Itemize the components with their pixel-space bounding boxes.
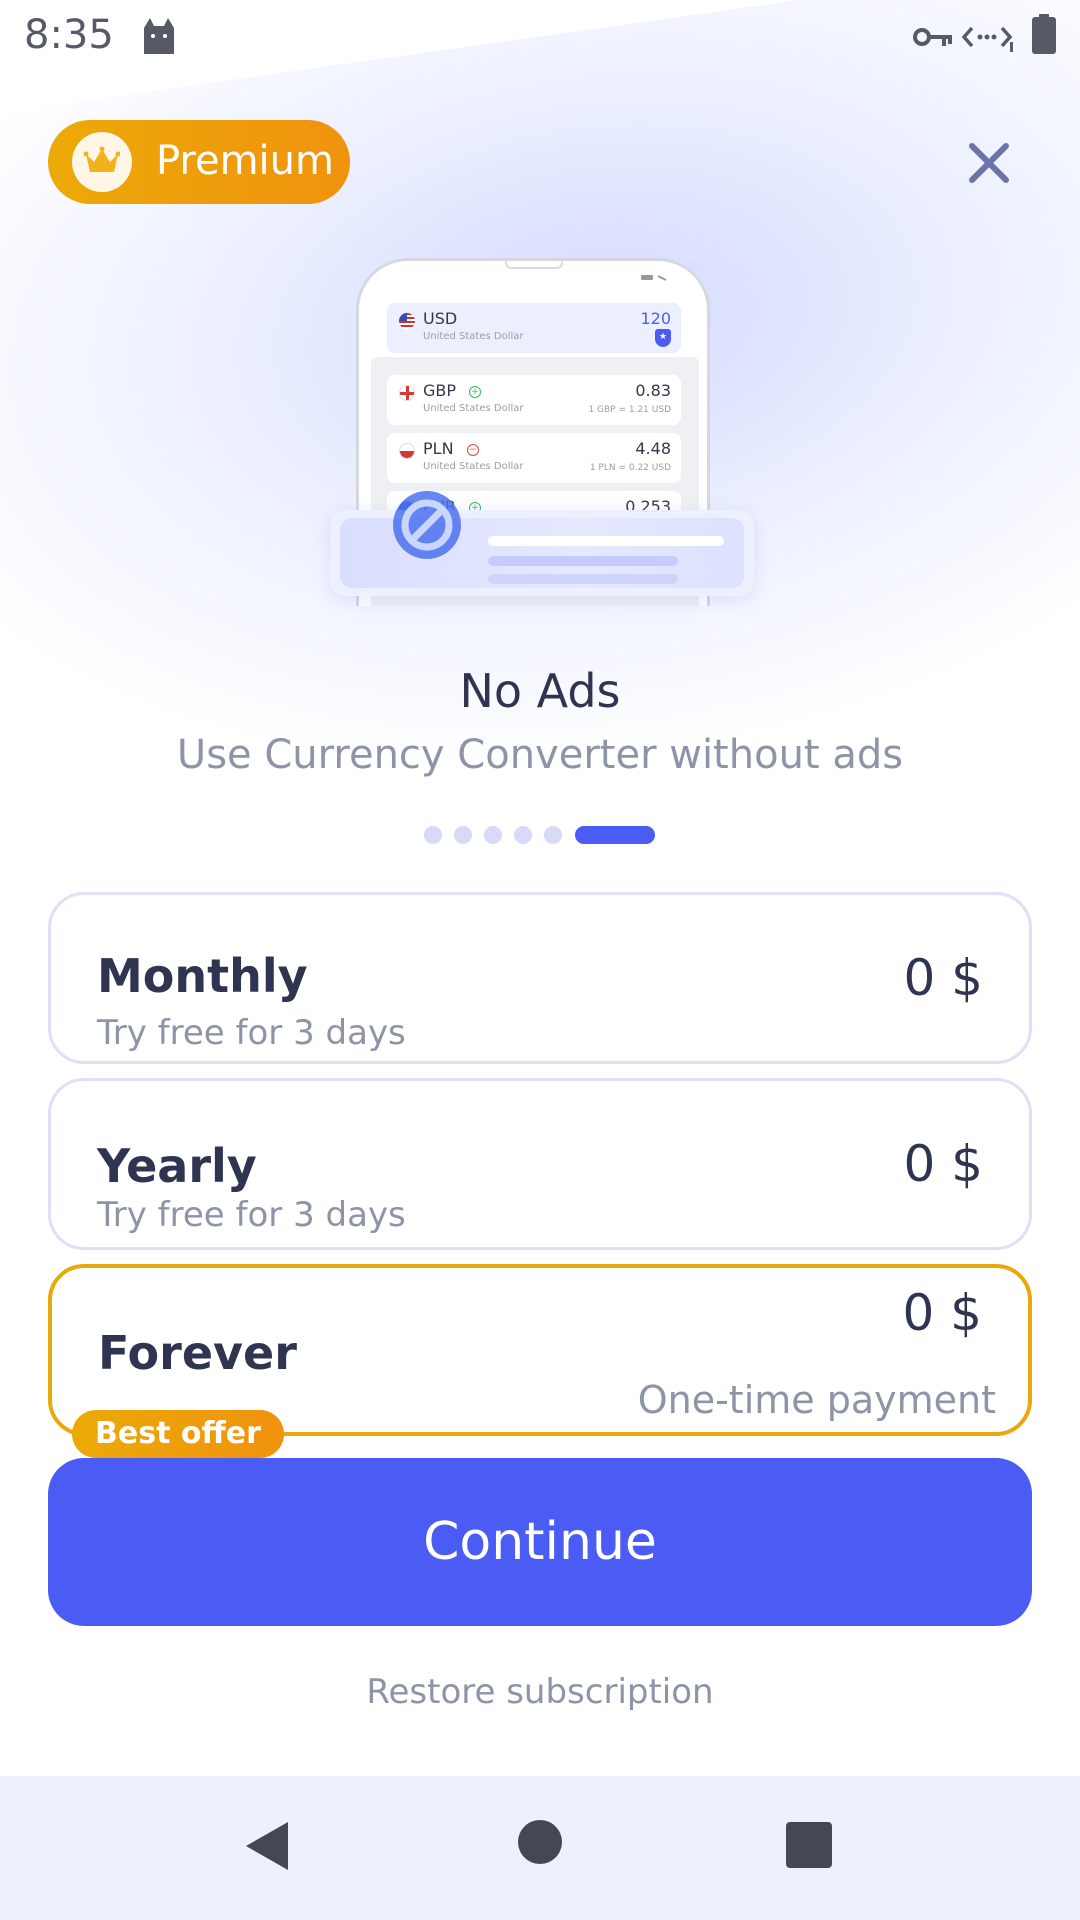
premium-label: Premium [156, 138, 334, 184]
plan-price: 0 $ [903, 949, 983, 1007]
uk-flag-icon [399, 385, 415, 401]
recents-icon[interactable] [786, 1822, 832, 1868]
feature-illustration: USD United States Dollar 120 ★ GBP + Uni… [320, 252, 760, 612]
status-bar: 8:35 [0, 0, 1080, 72]
plan-note: One-time payment [637, 1378, 996, 1422]
plan-subtitle: Try free for 3 days [97, 1195, 406, 1235]
feature-subtitle: Use Currency Converter without ads [176, 732, 904, 778]
page-dot[interactable] [484, 826, 502, 844]
trend-up-icon: + [469, 386, 481, 398]
page-dot[interactable] [424, 826, 442, 844]
continue-button[interactable]: Continue [48, 1458, 1032, 1626]
page-dot[interactable] [454, 826, 472, 844]
plan-name: Monthly [97, 949, 308, 1003]
plan-name: Yearly [97, 1139, 257, 1193]
plan-name: Forever [98, 1326, 297, 1380]
home-icon[interactable] [518, 1820, 562, 1864]
page-dot-active[interactable] [575, 826, 655, 844]
pl-flag-icon [399, 443, 415, 459]
currency-row-gbp: GBP + United States Dollar 0.83 1 GBP = … [387, 375, 681, 425]
us-flag-icon [399, 313, 415, 329]
page-indicator [0, 824, 1080, 844]
plan-subtitle: Try free for 3 days [97, 1013, 406, 1053]
crown-icon [72, 132, 132, 192]
best-offer-badge: Best offer [72, 1410, 284, 1458]
restore-subscription-link[interactable]: Restore subscription [0, 1672, 1080, 1712]
currency-row-pln: PLN − United States Dollar 4.48 1 PLN = … [387, 433, 681, 483]
navigation-bar [0, 1776, 1080, 1920]
data-transfer-icon [962, 26, 1013, 52]
status-time: 8:35 [24, 12, 114, 58]
shield-icon: ★ [655, 329, 671, 347]
plan-price: 0 $ [903, 1135, 983, 1193]
plan-monthly[interactable]: Monthly Try free for 3 days 0 $ [48, 892, 1032, 1064]
feature-title: No Ads [459, 664, 621, 718]
cat-icon [144, 18, 174, 54]
plan-yearly[interactable]: Yearly Try free for 3 days 0 $ [48, 1078, 1032, 1250]
vpn-key-icon [913, 28, 952, 46]
premium-badge: Premium [48, 120, 350, 204]
currency-row-usd: USD United States Dollar 120 ★ [387, 303, 681, 353]
close-icon[interactable] [962, 136, 1016, 190]
battery-icon [1032, 14, 1056, 54]
page-dot[interactable] [544, 826, 562, 844]
back-icon[interactable] [242, 1820, 290, 1872]
page-dot[interactable] [514, 826, 532, 844]
no-ads-icon [393, 491, 461, 559]
trend-down-icon: − [467, 444, 479, 456]
plan-price: 0 $ [902, 1284, 982, 1342]
